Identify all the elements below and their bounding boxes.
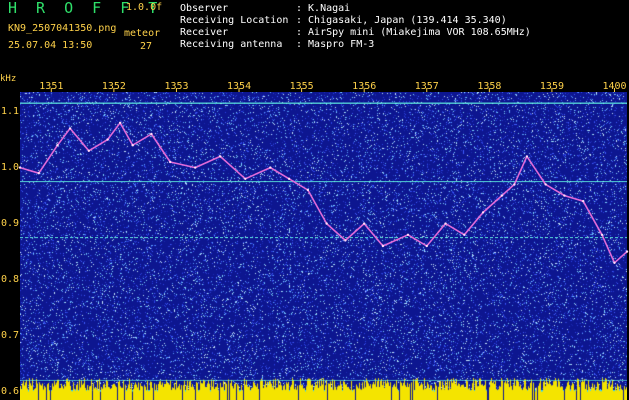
trace-point — [481, 211, 485, 214]
trace-point — [131, 144, 134, 147]
trace-point — [362, 222, 366, 225]
trace-point — [18, 166, 22, 169]
y-tick-label: 1.1 — [1, 105, 20, 117]
trace-point — [56, 144, 59, 147]
x-tick-label: 1355 — [289, 81, 314, 92]
trace-point — [150, 132, 153, 136]
x-tick-label: 1358 — [477, 81, 502, 92]
trace-point — [600, 233, 604, 236]
trace-point — [406, 233, 410, 236]
trace-point — [269, 166, 272, 169]
trace-point — [613, 261, 616, 264]
trace-point — [500, 194, 504, 197]
y-tick-label: 1.0 — [1, 161, 20, 173]
x-tick-label: 1359 — [539, 81, 564, 92]
trace-point — [581, 200, 585, 203]
trace-point — [525, 155, 529, 158]
trace-point — [463, 233, 466, 236]
y-tick-label: 0.9 — [1, 217, 20, 229]
spectrogram-overlay — [18, 88, 629, 381]
y-tick-label: 0.8 — [1, 273, 20, 285]
trace-point — [37, 172, 40, 175]
trace-point — [381, 244, 385, 248]
y-tick-label: 0.7 — [1, 329, 20, 341]
trace-point — [425, 244, 428, 248]
trace-point — [87, 149, 91, 152]
x-tick-label: 1352 — [101, 81, 126, 92]
trace-point — [168, 160, 172, 164]
y-tick-label: 0.6 — [1, 385, 20, 397]
x-tick-label: 1357 — [414, 81, 439, 92]
x-tick-label: 1400 — [602, 81, 627, 92]
trace-point — [344, 239, 347, 242]
trace-point — [513, 183, 516, 186]
x-tick-label: 1356 — [352, 81, 377, 92]
x-tick-label: 1351 — [39, 81, 64, 92]
trace-point — [625, 250, 629, 253]
trace-point — [106, 138, 109, 141]
trace-point — [194, 166, 197, 169]
doppler-trace — [19, 122, 628, 264]
trace-point — [244, 177, 247, 180]
trace-point — [544, 183, 547, 186]
trace-point — [68, 127, 72, 130]
trace-point — [287, 177, 291, 180]
trace-point — [219, 155, 222, 158]
trace-point — [118, 121, 122, 125]
trace-point — [444, 222, 447, 225]
x-tick-label: 1354 — [227, 81, 252, 92]
trace-point — [563, 194, 566, 197]
trace-point — [325, 222, 328, 225]
x-tick-label: 1353 — [164, 81, 189, 92]
hroft-window: H R O F F T 1.0.0f KN9_2507041350.png 25… — [0, 0, 629, 400]
trace-point — [306, 188, 310, 192]
